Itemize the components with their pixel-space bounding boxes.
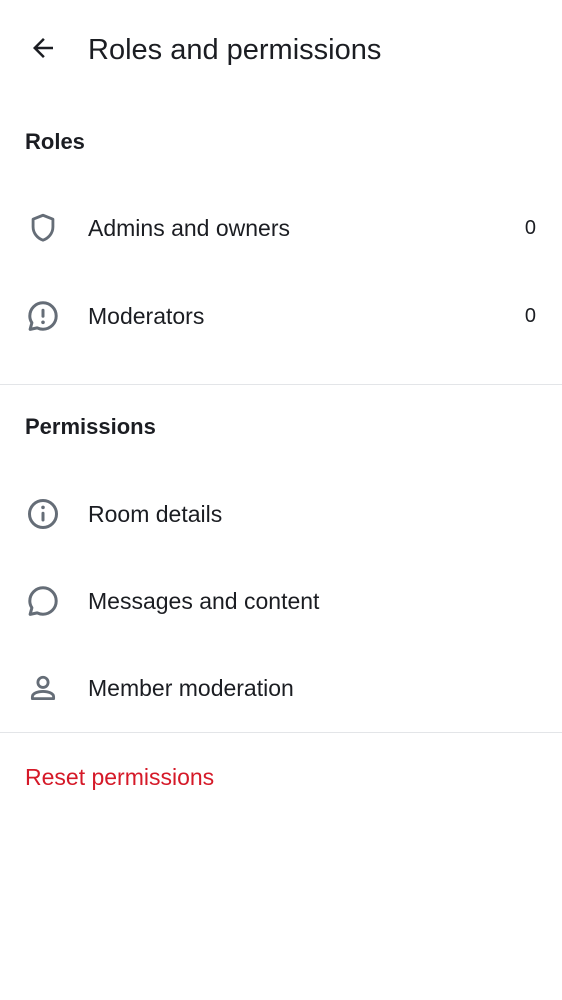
info-icon [24,495,62,533]
permissions-section-heading: Permissions [25,414,156,439]
user-icon [24,669,62,707]
permission-row-room-details[interactable]: Room details [0,472,562,556]
back-button[interactable] [18,26,68,74]
permission-label: Member moderation [88,675,294,701]
role-label: Moderators [88,303,205,329]
permission-label: Room details [88,501,223,527]
roles-and-permissions-screen: Roles and permissions Roles Admins and o… [0,0,562,1000]
permission-row-messages-and-content[interactable]: Messages and content [0,559,562,643]
permission-label: Messages and content [88,588,320,614]
role-count: 0 [524,217,536,239]
page-title: Roles and permissions [88,34,382,66]
role-row-admins-and-owners[interactable]: Admins and owners 0 [0,186,562,270]
top-app-bar: Roles and permissions [0,0,562,100]
section-divider [0,384,562,385]
role-count: 0 [524,305,536,327]
shield-icon [24,209,62,247]
role-label: Admins and owners [88,215,290,241]
section-divider [0,732,562,733]
roles-section-heading: Roles [25,129,85,154]
permission-row-member-moderation[interactable]: Member moderation [0,646,562,730]
alert-chat-icon [24,297,62,335]
role-row-moderators[interactable]: Moderators 0 [0,274,562,358]
chat-bubble-icon [24,582,62,620]
arrow-left-icon [28,33,58,68]
reset-permissions-button[interactable]: Reset permissions [25,761,214,793]
